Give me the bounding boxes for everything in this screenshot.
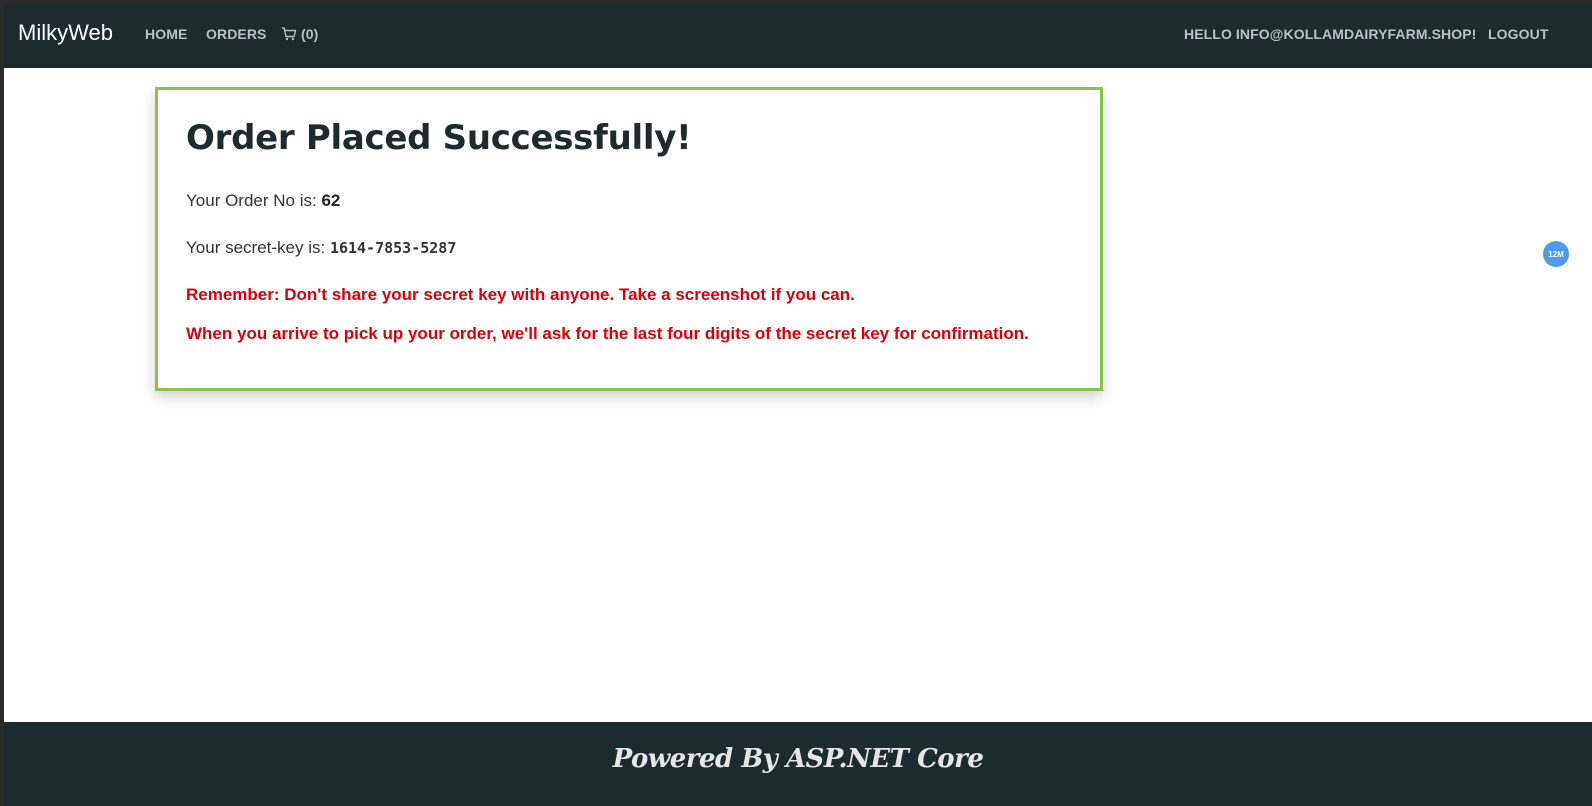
page-title: Order Placed Successfully! (186, 118, 692, 158)
order-number-label: Your Order No is: (186, 191, 322, 210)
nav-cart-link[interactable]: (0) (281, 26, 318, 42)
secret-key-label: Your secret-key is: (186, 238, 330, 257)
order-number-line: Your Order No is: 62 (186, 191, 340, 211)
order-confirmation-card: Order Placed Successfully! Your Order No… (155, 87, 1103, 391)
footer-powered-by: Powered By ASP.NET Core (612, 744, 984, 774)
app-window: MilkyWeb HOME ORDERS (0) HELLO INFO@KOLL… (4, 4, 1592, 806)
page-footer: Powered By ASP.NET Core (4, 722, 1592, 806)
cart-icon (282, 27, 297, 41)
secret-key-line: Your secret-key is: 1614-7853-5287 (186, 238, 456, 258)
top-navbar: MilkyWeb HOME ORDERS (0) HELLO INFO@KOLL… (4, 4, 1592, 68)
secret-key-value: 1614-7853-5287 (329, 239, 457, 257)
order-number-value: 62 (321, 191, 341, 210)
logout-link[interactable]: LOGOUT (1488, 26, 1548, 42)
nav-orders-link[interactable]: ORDERS (206, 26, 267, 42)
side-floating-badge[interactable]: 12M (1543, 241, 1569, 267)
nav-home-link[interactable]: HOME (145, 26, 187, 42)
cart-count: (0) (301, 26, 319, 42)
warning-share-key: Remember: Don't share your secret key wi… (186, 285, 855, 304)
brand-logo[interactable]: MilkyWeb (18, 20, 113, 46)
warning-pickup-confirmation: When you arrive to pick up your order, w… (186, 324, 1029, 343)
user-greeting[interactable]: HELLO INFO@KOLLAMDAIRYFARM.SHOP! (1184, 26, 1476, 42)
